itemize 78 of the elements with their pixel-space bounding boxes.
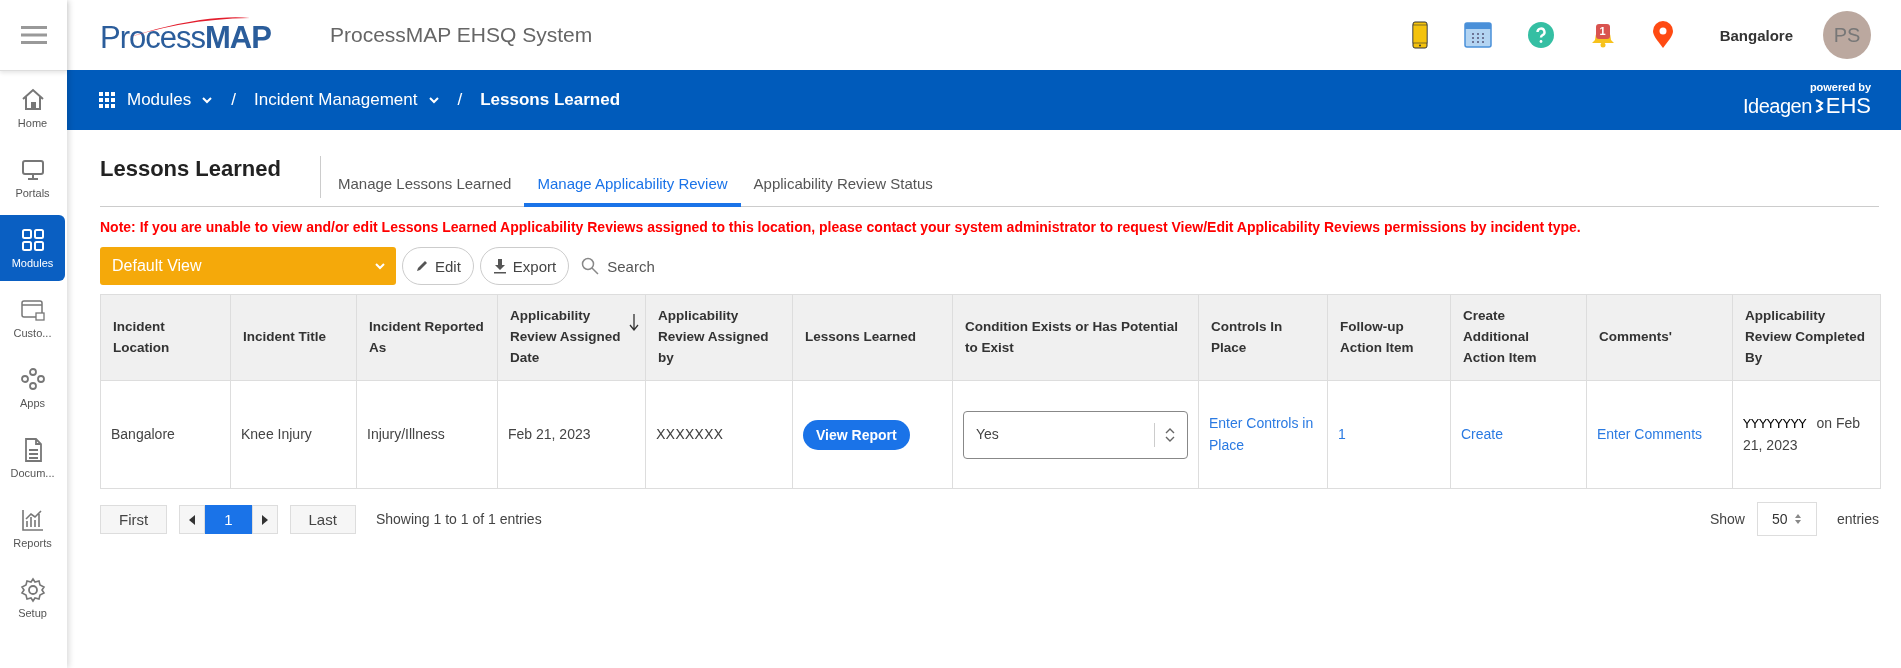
column-header[interactable]: Applicability Review Completed By	[1732, 294, 1881, 381]
page-size-select[interactable]: 50	[1756, 502, 1817, 536]
search-field[interactable]: Search	[575, 257, 661, 275]
page-number-button[interactable]: 1	[205, 504, 252, 534]
phone-icon[interactable]	[1411, 21, 1428, 49]
breadcrumb-separator: /	[457, 90, 463, 110]
menu-icon[interactable]	[20, 25, 47, 45]
sidebar-item[interactable]: Portals	[0, 145, 65, 211]
chevron-down-icon	[427, 96, 440, 104]
column-header[interactable]: Incident Reported As	[356, 294, 498, 381]
nodes-icon	[19, 367, 46, 393]
bar-chart-icon	[19, 507, 46, 533]
breadcrumb-link[interactable]: Modules	[127, 90, 214, 110]
column-header[interactable]: Incident Location	[100, 294, 231, 381]
sidebar-item[interactable]: Setup	[0, 565, 65, 631]
condition-select[interactable]: Yes	[963, 410, 1188, 459]
entries-info: Showing 1 to 1 of 1 entries	[375, 511, 542, 527]
logo[interactable]: ProcessMAP	[100, 10, 290, 60]
entries-label: entries	[1836, 511, 1879, 527]
export-button[interactable]: Export	[479, 247, 570, 285]
calendar-icon[interactable]	[1463, 22, 1492, 48]
brand-logo: powered by Ideagen EHS	[1742, 81, 1871, 119]
caret-left-icon	[189, 514, 196, 525]
grid-icon	[19, 227, 46, 253]
pencil-icon	[415, 259, 429, 273]
column-header[interactable]: Create Additional Action Item	[1450, 294, 1587, 381]
sidebar-item[interactable]: Custo...	[0, 285, 65, 351]
breadcrumb-separator: /	[231, 90, 236, 110]
search-icon	[581, 257, 600, 275]
chevron-up-down-icon	[1165, 426, 1175, 443]
column-header[interactable]: Applicability Review Assigned by	[645, 294, 793, 381]
tab[interactable]: Applicability Review Status	[740, 175, 946, 207]
edit-button[interactable]: Edit	[402, 247, 474, 285]
completed-by-cell: YYYYYYYY on Feb 21, 2023	[1732, 380, 1881, 489]
first-page-button[interactable]: First	[100, 504, 168, 534]
page-title: Lessons Learned	[100, 156, 282, 182]
tab[interactable]: Manage Applicability Review	[524, 175, 741, 207]
sidebar-item[interactable]: Apps	[0, 355, 65, 421]
table-link[interactable]: Enter Comments	[1597, 423, 1703, 446]
table-cell: Injury/Illness	[356, 380, 498, 489]
table-cell: Knee Injury	[230, 380, 357, 489]
previous-page-button[interactable]	[179, 504, 206, 534]
table-link[interactable]: 1	[1338, 423, 1346, 446]
table-cell: Feb 21, 2023	[497, 380, 646, 489]
breadcrumb-link[interactable]: Incident Management	[254, 90, 440, 110]
sidebar-item[interactable]: Docum...	[0, 425, 65, 491]
sort-arrows-icon	[1793, 513, 1802, 525]
monitor-icon	[19, 157, 46, 183]
table-cell: Bangalore	[100, 380, 231, 489]
breadcrumb-link[interactable]: Lessons Learned	[480, 90, 621, 110]
chevron-down-icon	[201, 96, 214, 104]
grid-icon[interactable]	[99, 92, 115, 108]
column-header[interactable]: Lessons Learned	[792, 294, 953, 381]
column-header[interactable]: Follow-up Action Item	[1327, 294, 1451, 381]
show-label: Show	[1709, 511, 1745, 527]
table-link[interactable]: Create	[1461, 423, 1504, 446]
next-page-button[interactable]	[251, 504, 278, 534]
column-header[interactable]: Controls In Place	[1198, 294, 1328, 381]
column-header[interactable]: Incident Title	[230, 294, 357, 381]
permission-note: Note: If you are unable to view and/or edit Lessons Learned Applicability Reviews assigned to this location, please contact your system administrator to request View/Edit Applicability Reviews permissions by incident type.	[100, 219, 1582, 235]
sidebar-item[interactable]: Reports	[0, 495, 65, 561]
table-cell: XXXXXXX	[645, 380, 793, 489]
window-icon	[19, 297, 46, 323]
column-header[interactable]: Condition Exists or Has Potential to Exist	[952, 294, 1199, 381]
download-icon	[492, 258, 507, 274]
location-name[interactable]: Bangalore	[1719, 26, 1793, 44]
column-header[interactable]: Comments'	[1586, 294, 1733, 381]
tab[interactable]: Manage Lessons Learned	[325, 175, 525, 207]
location-pin-icon[interactable]	[1651, 21, 1674, 49]
settings-icon	[19, 577, 46, 603]
app-title: ProcessMAP EHSQ System	[330, 23, 593, 47]
sidebar-item[interactable]: Home	[0, 75, 65, 141]
caret-right-icon	[261, 514, 268, 525]
last-page-button[interactable]: Last	[289, 504, 356, 534]
sidebar-item[interactable]: Modules	[0, 215, 65, 281]
column-header[interactable]: Applicability Review Assigned Date	[497, 294, 646, 381]
view-report-button[interactable]: View Report	[803, 419, 910, 450]
chevron-down-icon	[374, 262, 386, 270]
